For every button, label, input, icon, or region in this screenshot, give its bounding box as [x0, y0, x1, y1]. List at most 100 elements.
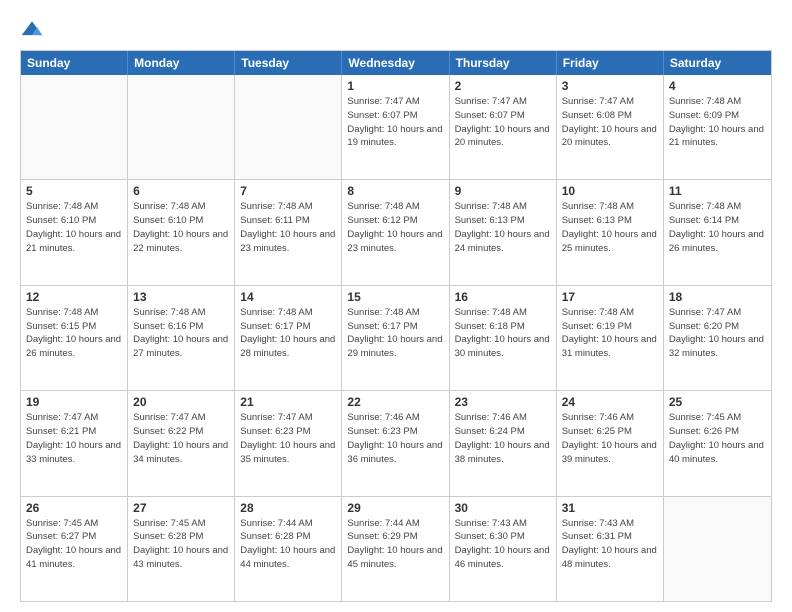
cal-week-0: 1Sunrise: 7:47 AM Sunset: 6:07 PM Daylig… — [21, 75, 771, 179]
cal-header-saturday: Saturday — [664, 51, 771, 75]
day-info: Sunrise: 7:43 AM Sunset: 6:31 PM Dayligh… — [562, 517, 658, 572]
day-number: 20 — [133, 395, 229, 409]
day-info: Sunrise: 7:47 AM Sunset: 6:07 PM Dayligh… — [455, 95, 551, 150]
cal-day-11: 11Sunrise: 7:48 AM Sunset: 6:14 PM Dayli… — [664, 180, 771, 284]
cal-day-4: 4 Sunrise: 7:48 AM Sunset: 6:09 PM Daylig… — [664, 75, 771, 179]
cal-header-friday: Friday — [557, 51, 664, 75]
day-info: Sunrise: 7:46 AM Sunset: 6:24 PM Dayligh… — [455, 411, 551, 466]
cal-header-tuesday: Tuesday — [235, 51, 342, 75]
cal-day-23: 23Sunrise: 7:46 AM Sunset: 6:24 PM Dayli… — [450, 391, 557, 495]
cal-empty-0-2 — [235, 75, 342, 179]
cal-day-9: 9 Sunrise: 7:48 AM Sunset: 6:13 PM Daylig… — [450, 180, 557, 284]
day-number: 15 — [347, 290, 443, 304]
cal-day-1: 1Sunrise: 7:47 AM Sunset: 6:07 PM Daylig… — [342, 75, 449, 179]
day-number: 10 — [562, 184, 658, 198]
cal-week-4: 26Sunrise: 7:45 AM Sunset: 6:27 PM Dayli… — [21, 496, 771, 601]
calendar: SundayMondayTuesdayWednesdayThursdayFrid… — [20, 50, 772, 602]
cal-day-31: 31Sunrise: 7:43 AM Sunset: 6:31 PM Dayli… — [557, 497, 664, 601]
day-info: Sunrise: 7:48 AM Sunset: 6:10 PM Dayligh… — [26, 200, 122, 255]
cal-day-2: 2 Sunrise: 7:47 AM Sunset: 6:07 PM Daylig… — [450, 75, 557, 179]
day-info: Sunrise: 7:47 AM Sunset: 6:08 PM Dayligh… — [562, 95, 658, 150]
cal-day-27: 27 Sunrise: 7:45 AM Sunset: 6:28 PM Dayli… — [128, 497, 235, 601]
day-info: Sunrise: 7:48 AM Sunset: 6:17 PM Dayligh… — [347, 306, 443, 361]
day-number: 2 — [455, 79, 551, 93]
day-info: Sunrise: 7:47 AM Sunset: 6:20 PM Dayligh… — [669, 306, 766, 361]
day-number: 24 — [562, 395, 658, 409]
cal-day-3: 3 Sunrise: 7:47 AM Sunset: 6:08 PM Daylig… — [557, 75, 664, 179]
cal-day-8: 8 Sunrise: 7:48 AM Sunset: 6:12 PM Daylig… — [342, 180, 449, 284]
cal-empty-0-1 — [128, 75, 235, 179]
cal-day-30: 30Sunrise: 7:43 AM Sunset: 6:30 PM Dayli… — [450, 497, 557, 601]
day-number: 21 — [240, 395, 336, 409]
cal-day-26: 26Sunrise: 7:45 AM Sunset: 6:27 PM Dayli… — [21, 497, 128, 601]
cal-day-13: 13Sunrise: 7:48 AM Sunset: 6:16 PM Dayli… — [128, 286, 235, 390]
day-info: Sunrise: 7:48 AM Sunset: 6:11 PM Dayligh… — [240, 200, 336, 255]
cal-day-19: 19 Sunrise: 7:47 AM Sunset: 6:21 PM Dayli… — [21, 391, 128, 495]
day-info: Sunrise: 7:48 AM Sunset: 6:18 PM Dayligh… — [455, 306, 551, 361]
day-info: Sunrise: 7:48 AM Sunset: 6:12 PM Dayligh… — [347, 200, 443, 255]
cal-day-16: 16 Sunrise: 7:48 AM Sunset: 6:18 PM Dayli… — [450, 286, 557, 390]
logo-icon — [20, 18, 44, 42]
cal-header-wednesday: Wednesday — [342, 51, 449, 75]
day-number: 12 — [26, 290, 122, 304]
day-number: 18 — [669, 290, 766, 304]
cal-day-24: 24 Sunrise: 7:46 AM Sunset: 6:25 PM Dayli… — [557, 391, 664, 495]
cal-empty-4-6 — [664, 497, 771, 601]
cal-day-5: 5Sunrise: 7:48 AM Sunset: 6:10 PM Daylig… — [21, 180, 128, 284]
day-number: 4 — [669, 79, 766, 93]
day-number: 26 — [26, 501, 122, 515]
cal-day-22: 22 Sunrise: 7:46 AM Sunset: 6:23 PM Dayli… — [342, 391, 449, 495]
day-number: 28 — [240, 501, 336, 515]
cal-day-10: 10 Sunrise: 7:48 AM Sunset: 6:13 PM Dayli… — [557, 180, 664, 284]
day-number: 25 — [669, 395, 766, 409]
day-number: 6 — [133, 184, 229, 198]
page: SundayMondayTuesdayWednesdayThursdayFrid… — [0, 0, 792, 612]
day-info: Sunrise: 7:46 AM Sunset: 6:23 PM Dayligh… — [347, 411, 443, 466]
day-info: Sunrise: 7:47 AM Sunset: 6:07 PM Dayligh… — [347, 95, 443, 150]
cal-empty-0-0 — [21, 75, 128, 179]
logo — [20, 18, 48, 42]
day-number: 27 — [133, 501, 229, 515]
day-info: Sunrise: 7:46 AM Sunset: 6:25 PM Dayligh… — [562, 411, 658, 466]
day-number: 14 — [240, 290, 336, 304]
day-info: Sunrise: 7:48 AM Sunset: 6:13 PM Dayligh… — [562, 200, 658, 255]
cal-day-25: 25 Sunrise: 7:45 AM Sunset: 6:26 PM Dayli… — [664, 391, 771, 495]
cal-week-2: 12 Sunrise: 7:48 AM Sunset: 6:15 PM Dayli… — [21, 285, 771, 390]
day-number: 29 — [347, 501, 443, 515]
cal-day-7: 7 Sunrise: 7:48 AM Sunset: 6:11 PM Daylig… — [235, 180, 342, 284]
cal-day-17: 17Sunrise: 7:48 AM Sunset: 6:19 PM Dayli… — [557, 286, 664, 390]
cal-week-3: 19 Sunrise: 7:47 AM Sunset: 6:21 PM Dayli… — [21, 390, 771, 495]
cal-day-6: 6 Sunrise: 7:48 AM Sunset: 6:10 PM Daylig… — [128, 180, 235, 284]
day-info: Sunrise: 7:48 AM Sunset: 6:17 PM Dayligh… — [240, 306, 336, 361]
day-info: Sunrise: 7:48 AM Sunset: 6:10 PM Dayligh… — [133, 200, 229, 255]
cal-day-18: 18 Sunrise: 7:47 AM Sunset: 6:20 PM Dayli… — [664, 286, 771, 390]
day-info: Sunrise: 7:48 AM Sunset: 6:19 PM Dayligh… — [562, 306, 658, 361]
day-number: 9 — [455, 184, 551, 198]
header — [20, 18, 772, 42]
cal-week-1: 5Sunrise: 7:48 AM Sunset: 6:10 PM Daylig… — [21, 179, 771, 284]
day-info: Sunrise: 7:44 AM Sunset: 6:29 PM Dayligh… — [347, 517, 443, 572]
cal-day-14: 14 Sunrise: 7:48 AM Sunset: 6:17 PM Dayli… — [235, 286, 342, 390]
day-number: 11 — [669, 184, 766, 198]
day-info: Sunrise: 7:47 AM Sunset: 6:21 PM Dayligh… — [26, 411, 122, 466]
cal-header-thursday: Thursday — [450, 51, 557, 75]
day-number: 3 — [562, 79, 658, 93]
day-info: Sunrise: 7:48 AM Sunset: 6:13 PM Dayligh… — [455, 200, 551, 255]
day-info: Sunrise: 7:43 AM Sunset: 6:30 PM Dayligh… — [455, 517, 551, 572]
cal-day-12: 12 Sunrise: 7:48 AM Sunset: 6:15 PM Dayli… — [21, 286, 128, 390]
day-info: Sunrise: 7:44 AM Sunset: 6:28 PM Dayligh… — [240, 517, 336, 572]
day-info: Sunrise: 7:48 AM Sunset: 6:15 PM Dayligh… — [26, 306, 122, 361]
day-number: 22 — [347, 395, 443, 409]
day-number: 16 — [455, 290, 551, 304]
day-number: 7 — [240, 184, 336, 198]
day-info: Sunrise: 7:48 AM Sunset: 6:16 PM Dayligh… — [133, 306, 229, 361]
day-number: 19 — [26, 395, 122, 409]
cal-day-15: 15 Sunrise: 7:48 AM Sunset: 6:17 PM Dayli… — [342, 286, 449, 390]
cal-day-28: 28 Sunrise: 7:44 AM Sunset: 6:28 PM Dayli… — [235, 497, 342, 601]
day-info: Sunrise: 7:48 AM Sunset: 6:09 PM Dayligh… — [669, 95, 766, 150]
cal-header-sunday: Sunday — [21, 51, 128, 75]
day-number: 8 — [347, 184, 443, 198]
day-info: Sunrise: 7:45 AM Sunset: 6:28 PM Dayligh… — [133, 517, 229, 572]
day-info: Sunrise: 7:47 AM Sunset: 6:22 PM Dayligh… — [133, 411, 229, 466]
day-info: Sunrise: 7:45 AM Sunset: 6:26 PM Dayligh… — [669, 411, 766, 466]
